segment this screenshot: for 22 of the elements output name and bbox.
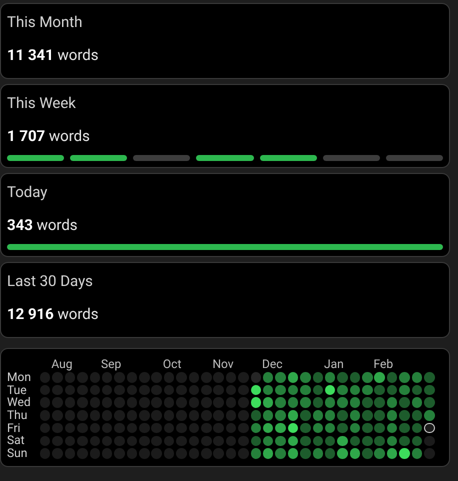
- month-label: Feb: [374, 356, 394, 373]
- month-label: Jan: [324, 356, 344, 373]
- word-count: 11 341 words: [7, 45, 100, 65]
- card-title: This Month: [7, 12, 84, 32]
- month-label: Sep: [100, 356, 122, 373]
- month-label: Oct: [162, 356, 182, 373]
- word-count: 343 words: [7, 215, 79, 235]
- month-label: Nov: [212, 356, 234, 373]
- month-label: Dec: [262, 356, 283, 373]
- word-count: 1 707 words: [7, 126, 91, 146]
- day-label: Sun: [7, 447, 28, 460]
- card-title: Last 30 Days: [7, 271, 94, 291]
- day-label: Tue: [7, 384, 28, 396]
- day-label: Sat: [7, 434, 26, 448]
- card-title: Today: [7, 182, 48, 202]
- day-label: Thu: [7, 409, 28, 422]
- day-label: Wed: [7, 396, 32, 410]
- day-label: Mon: [7, 371, 32, 384]
- card-title: This Week: [7, 93, 77, 113]
- day-label: Fri: [7, 422, 22, 434]
- month-label: Aug: [51, 356, 73, 373]
- word-count: 12 916 words: [7, 304, 100, 324]
